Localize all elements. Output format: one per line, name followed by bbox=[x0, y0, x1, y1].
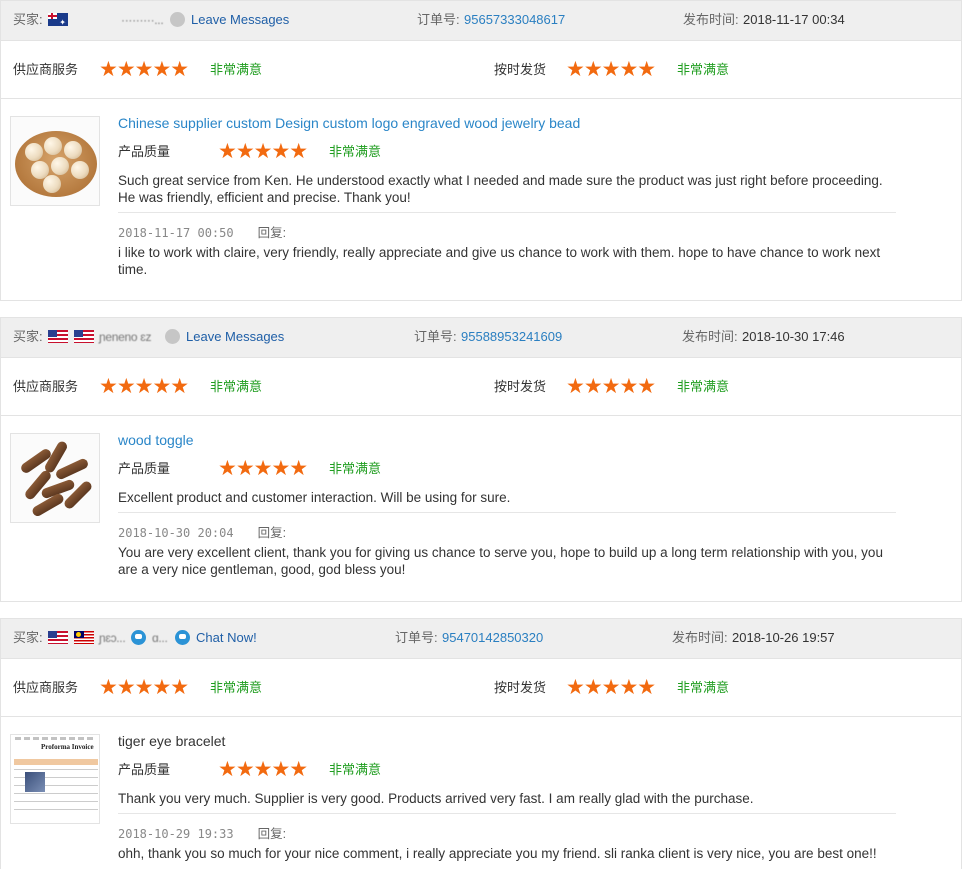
buyer-name[interactable]: ·········... bbox=[121, 1, 164, 39]
service-ratings-row: 供应商服务 ★★★★★ 非常满意 按时发货 ★★★★★ 非常满意 bbox=[1, 41, 961, 99]
reply-label: 回复: bbox=[257, 827, 287, 841]
supplier-service-rating-text: 非常满意 bbox=[210, 62, 263, 77]
supplier-service-label: 供应商服务 bbox=[13, 379, 79, 394]
product-quality-row: 产品质量 ★★★★★ 非常满意 bbox=[118, 139, 518, 165]
reply-label: 回复: bbox=[257, 226, 287, 240]
product-quality-stars: ★★★★★ bbox=[218, 457, 308, 480]
supplier-reply-text: i like to work with claire, very friendl… bbox=[118, 245, 881, 277]
divider bbox=[118, 212, 896, 213]
malaysia-flag-icon bbox=[74, 631, 94, 645]
message-icon[interactable] bbox=[165, 329, 180, 345]
posted-label: 发布时间: bbox=[672, 630, 728, 645]
australia-flag-icon bbox=[48, 13, 68, 27]
product-quality-rating-text: 非常满意 bbox=[329, 762, 382, 777]
product-quality-label: 产品质量 bbox=[118, 461, 171, 476]
wood-beads-image bbox=[11, 117, 99, 205]
on-time-delivery-label: 按时发货 bbox=[494, 62, 547, 77]
product-quality-stars: ★★★★★ bbox=[218, 140, 308, 163]
supplier-reply-text: You are very excellent client, thank you… bbox=[118, 545, 883, 577]
review-card: 买家: ·········... Leave Messages 订单号: 956… bbox=[0, 0, 962, 301]
on-time-delivery-rating-text: 非常满意 bbox=[677, 379, 730, 394]
product-title-link[interactable]: Chinese supplier custom Design custom lo… bbox=[118, 115, 580, 131]
order-number-link[interactable]: 95657333048617 bbox=[464, 1, 565, 39]
buyer-label: 买家: bbox=[13, 630, 43, 645]
product-quality-rating-text: 非常满意 bbox=[329, 144, 382, 159]
on-time-delivery-label: 按时发货 bbox=[494, 379, 547, 394]
reply-date: 2018-11-17 00:50 bbox=[118, 226, 234, 240]
chat-now-link[interactable]: Chat Now! bbox=[196, 619, 257, 657]
product-thumbnail[interactable]: Proforma Invoice bbox=[10, 734, 100, 824]
posted-date: 2018-10-26 19:57 bbox=[732, 630, 835, 645]
product-thumbnail[interactable] bbox=[10, 116, 100, 206]
order-number-label: 订单号: bbox=[417, 12, 460, 27]
on-time-delivery-stars: ★★★★★ bbox=[566, 375, 656, 398]
on-time-delivery-stars: ★★★★★ bbox=[566, 58, 656, 81]
leave-messages-link[interactable]: Leave Messages bbox=[186, 318, 284, 356]
usa-flag-icon bbox=[74, 330, 94, 344]
product-title-link[interactable]: wood toggle bbox=[118, 432, 194, 448]
review-card: 买家: ɲɛɔ... ɑ... Chat Now! 订单号: 954701428… bbox=[0, 618, 962, 869]
chat-icon[interactable] bbox=[175, 630, 190, 646]
reply-meta: 2018-11-17 00:50 回复: bbox=[118, 222, 286, 241]
buyer-label: 买家: bbox=[13, 329, 43, 344]
order-number-label: 订单号: bbox=[414, 329, 457, 344]
usa-flag-icon bbox=[48, 330, 68, 344]
order-number-label: 订单号: bbox=[395, 630, 438, 645]
reply-meta: 2018-10-30 20:04 回复: bbox=[118, 522, 286, 541]
review-header: 买家: ɲeneno ɛz Leave Messages 订单号: 955889… bbox=[1, 318, 961, 358]
buyer-feedback-text: Thank you very much. Supplier is very go… bbox=[118, 791, 754, 806]
product-thumbnail[interactable] bbox=[10, 433, 100, 523]
review-header: 买家: ·········... Leave Messages 订单号: 956… bbox=[1, 1, 961, 41]
posted-date: 2018-10-30 17:46 bbox=[742, 329, 845, 344]
supplier-service-stars: ★★★★★ bbox=[99, 58, 189, 81]
reply-meta: 2018-10-29 19:33 回复: bbox=[118, 823, 286, 842]
supplier-service-stars: ★★★★★ bbox=[99, 676, 189, 699]
product-quality-row: 产品质量 ★★★★★ 非常满意 bbox=[118, 757, 518, 783]
supplier-service-label: 供应商服务 bbox=[13, 62, 79, 77]
reply-date: 2018-10-30 20:04 bbox=[118, 526, 234, 540]
message-icon[interactable] bbox=[170, 12, 185, 28]
proforma-invoice-image: Proforma Invoice bbox=[11, 735, 99, 823]
posted-label: 发布时间: bbox=[682, 329, 738, 344]
on-time-delivery-label: 按时发货 bbox=[494, 680, 547, 695]
product-quality-rating-text: 非常满意 bbox=[329, 461, 382, 476]
service-ratings-row: 供应商服务 ★★★★★ 非常满意 按时发货 ★★★★★ 非常满意 bbox=[1, 659, 961, 717]
buyer-name-secondary[interactable]: ɑ... bbox=[152, 619, 168, 657]
product-title[interactable]: tiger eye bracelet bbox=[118, 733, 225, 749]
buyer-label: 买家: bbox=[13, 12, 43, 27]
chat-icon[interactable] bbox=[131, 630, 146, 646]
buyer-name[interactable]: ɲeneno ɛz bbox=[99, 318, 151, 356]
reply-date: 2018-10-29 19:33 bbox=[118, 827, 234, 841]
buyer-feedback-text: Excellent product and customer interacti… bbox=[118, 490, 511, 505]
review-header: 买家: ɲɛɔ... ɑ... Chat Now! 订单号: 954701428… bbox=[1, 619, 961, 659]
supplier-service-stars: ★★★★★ bbox=[99, 375, 189, 398]
divider bbox=[118, 813, 896, 814]
on-time-delivery-rating-text: 非常满意 bbox=[677, 62, 730, 77]
product-quality-row: 产品质量 ★★★★★ 非常满意 bbox=[118, 456, 518, 482]
supplier-service-rating-text: 非常满意 bbox=[210, 680, 263, 695]
supplier-reply-text: ohh, thank you so much for your nice com… bbox=[118, 846, 877, 861]
order-number-link[interactable]: 95470142850320 bbox=[442, 619, 543, 657]
supplier-service-rating-text: 非常满意 bbox=[210, 379, 263, 394]
wood-toggle-image bbox=[11, 434, 99, 522]
product-quality-label: 产品质量 bbox=[118, 762, 171, 777]
buyer-name[interactable]: ɲɛɔ... bbox=[99, 619, 126, 657]
buyer-feedback-text: Such great service from Ken. He understo… bbox=[118, 173, 883, 205]
reply-label: 回复: bbox=[257, 526, 287, 540]
service-ratings-row: 供应商服务 ★★★★★ 非常满意 按时发货 ★★★★★ 非常满意 bbox=[1, 358, 961, 416]
review-card: 买家: ɲeneno ɛz Leave Messages 订单号: 955889… bbox=[0, 317, 962, 602]
posted-label: 发布时间: bbox=[683, 12, 739, 27]
invoice-title: Proforma Invoice bbox=[41, 743, 94, 751]
on-time-delivery-rating-text: 非常满意 bbox=[677, 680, 730, 695]
product-quality-label: 产品质量 bbox=[118, 144, 171, 159]
usa-flag-icon bbox=[48, 631, 68, 645]
order-number-link[interactable]: 95588953241609 bbox=[461, 318, 562, 356]
leave-messages-link[interactable]: Leave Messages bbox=[191, 1, 289, 39]
posted-date: 2018-11-17 00:34 bbox=[743, 12, 845, 27]
divider bbox=[118, 512, 896, 513]
on-time-delivery-stars: ★★★★★ bbox=[566, 676, 656, 699]
supplier-service-label: 供应商服务 bbox=[13, 680, 79, 695]
product-quality-stars: ★★★★★ bbox=[218, 758, 308, 781]
